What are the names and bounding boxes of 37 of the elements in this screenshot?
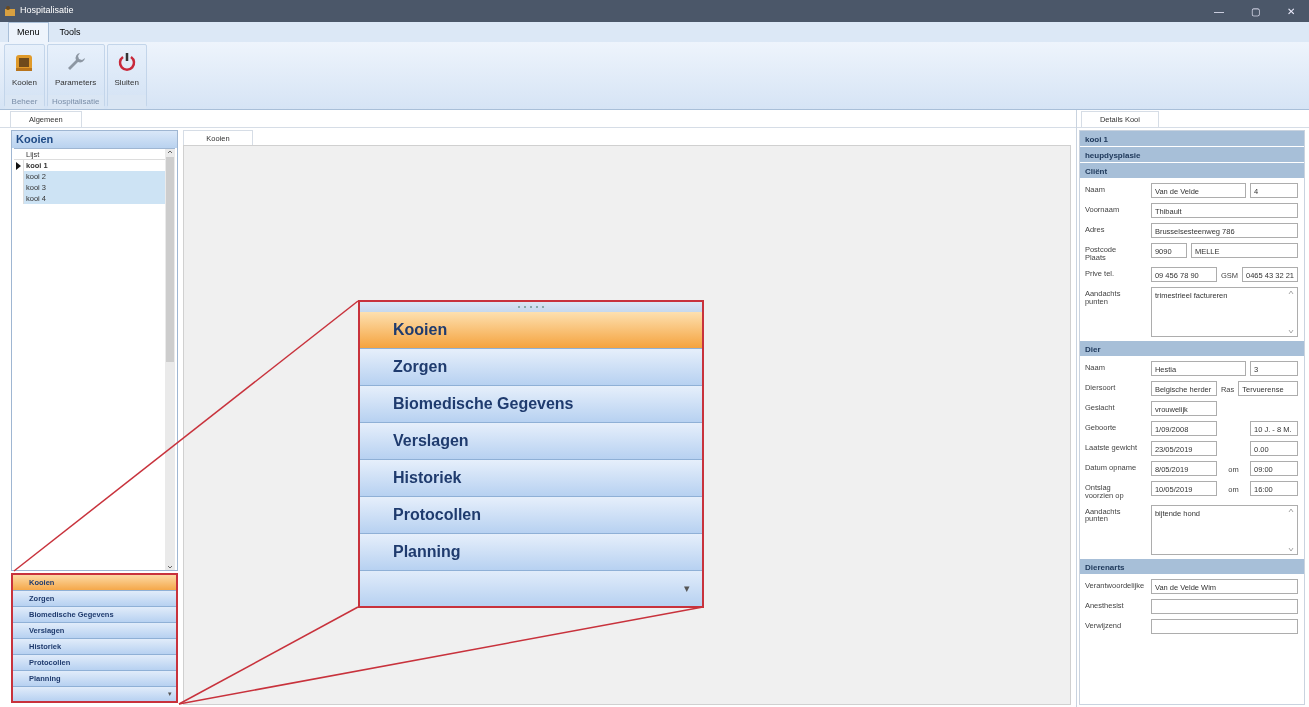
- nav-item[interactable]: Historiek: [360, 460, 702, 497]
- group-label: Beheer: [5, 95, 44, 109]
- ribbon-tab[interactable]: Menu: [8, 21, 49, 42]
- grip-icon[interactable]: [518, 305, 544, 309]
- section-header: Dier: [1079, 340, 1304, 357]
- scroll-down-icon[interactable]: [1288, 328, 1294, 334]
- ribbon-button[interactable]: Parameters: [50, 47, 101, 93]
- more-button[interactable]: ▾: [360, 571, 702, 606]
- close-button[interactable]: ✕: [1273, 3, 1309, 19]
- minimize-button[interactable]: —: [1201, 3, 1237, 19]
- ribbon-button[interactable]: Sluiten: [110, 47, 143, 93]
- scroll-down-icon[interactable]: [1288, 546, 1294, 552]
- scroll-up-icon[interactable]: [167, 149, 173, 155]
- scroll-down-icon[interactable]: [167, 564, 173, 570]
- nav-item[interactable]: Verslagen: [360, 423, 702, 460]
- group-footer: [107, 95, 146, 109]
- panel-title: Kooien: [12, 131, 177, 148]
- ribbon-button[interactable]: Kooien: [8, 47, 41, 93]
- nav-item[interactable]: Biomedische Gegevens: [360, 386, 702, 423]
- section-header: heupdysplasie: [1079, 147, 1304, 163]
- input-field[interactable]: [1150, 618, 1298, 634]
- app-icon: [4, 5, 16, 17]
- section-header: kooi 1: [1079, 131, 1304, 147]
- nav-item[interactable]: Planning: [360, 534, 702, 571]
- group-label: Hospitalisatie: [47, 95, 104, 109]
- nav-item[interactable]: Zorgen: [360, 349, 702, 386]
- ribbon-tab[interactable]: Tools: [50, 21, 90, 42]
- scroll-up-icon[interactable]: [1288, 507, 1294, 513]
- nav-item[interactable]: Kooien: [360, 312, 702, 349]
- scrollbar[interactable]: [165, 149, 175, 570]
- maximize-button[interactable]: ▢: [1237, 3, 1273, 19]
- window-title: Hospitalisatie: [20, 4, 75, 18]
- nav-item[interactable]: Protocollen: [360, 497, 702, 534]
- scroll-up-icon[interactable]: [1288, 289, 1294, 295]
- input-field[interactable]: [1150, 598, 1298, 614]
- section-header: Cliënt: [1079, 163, 1304, 179]
- section-header: Dierenarts: [1079, 558, 1304, 575]
